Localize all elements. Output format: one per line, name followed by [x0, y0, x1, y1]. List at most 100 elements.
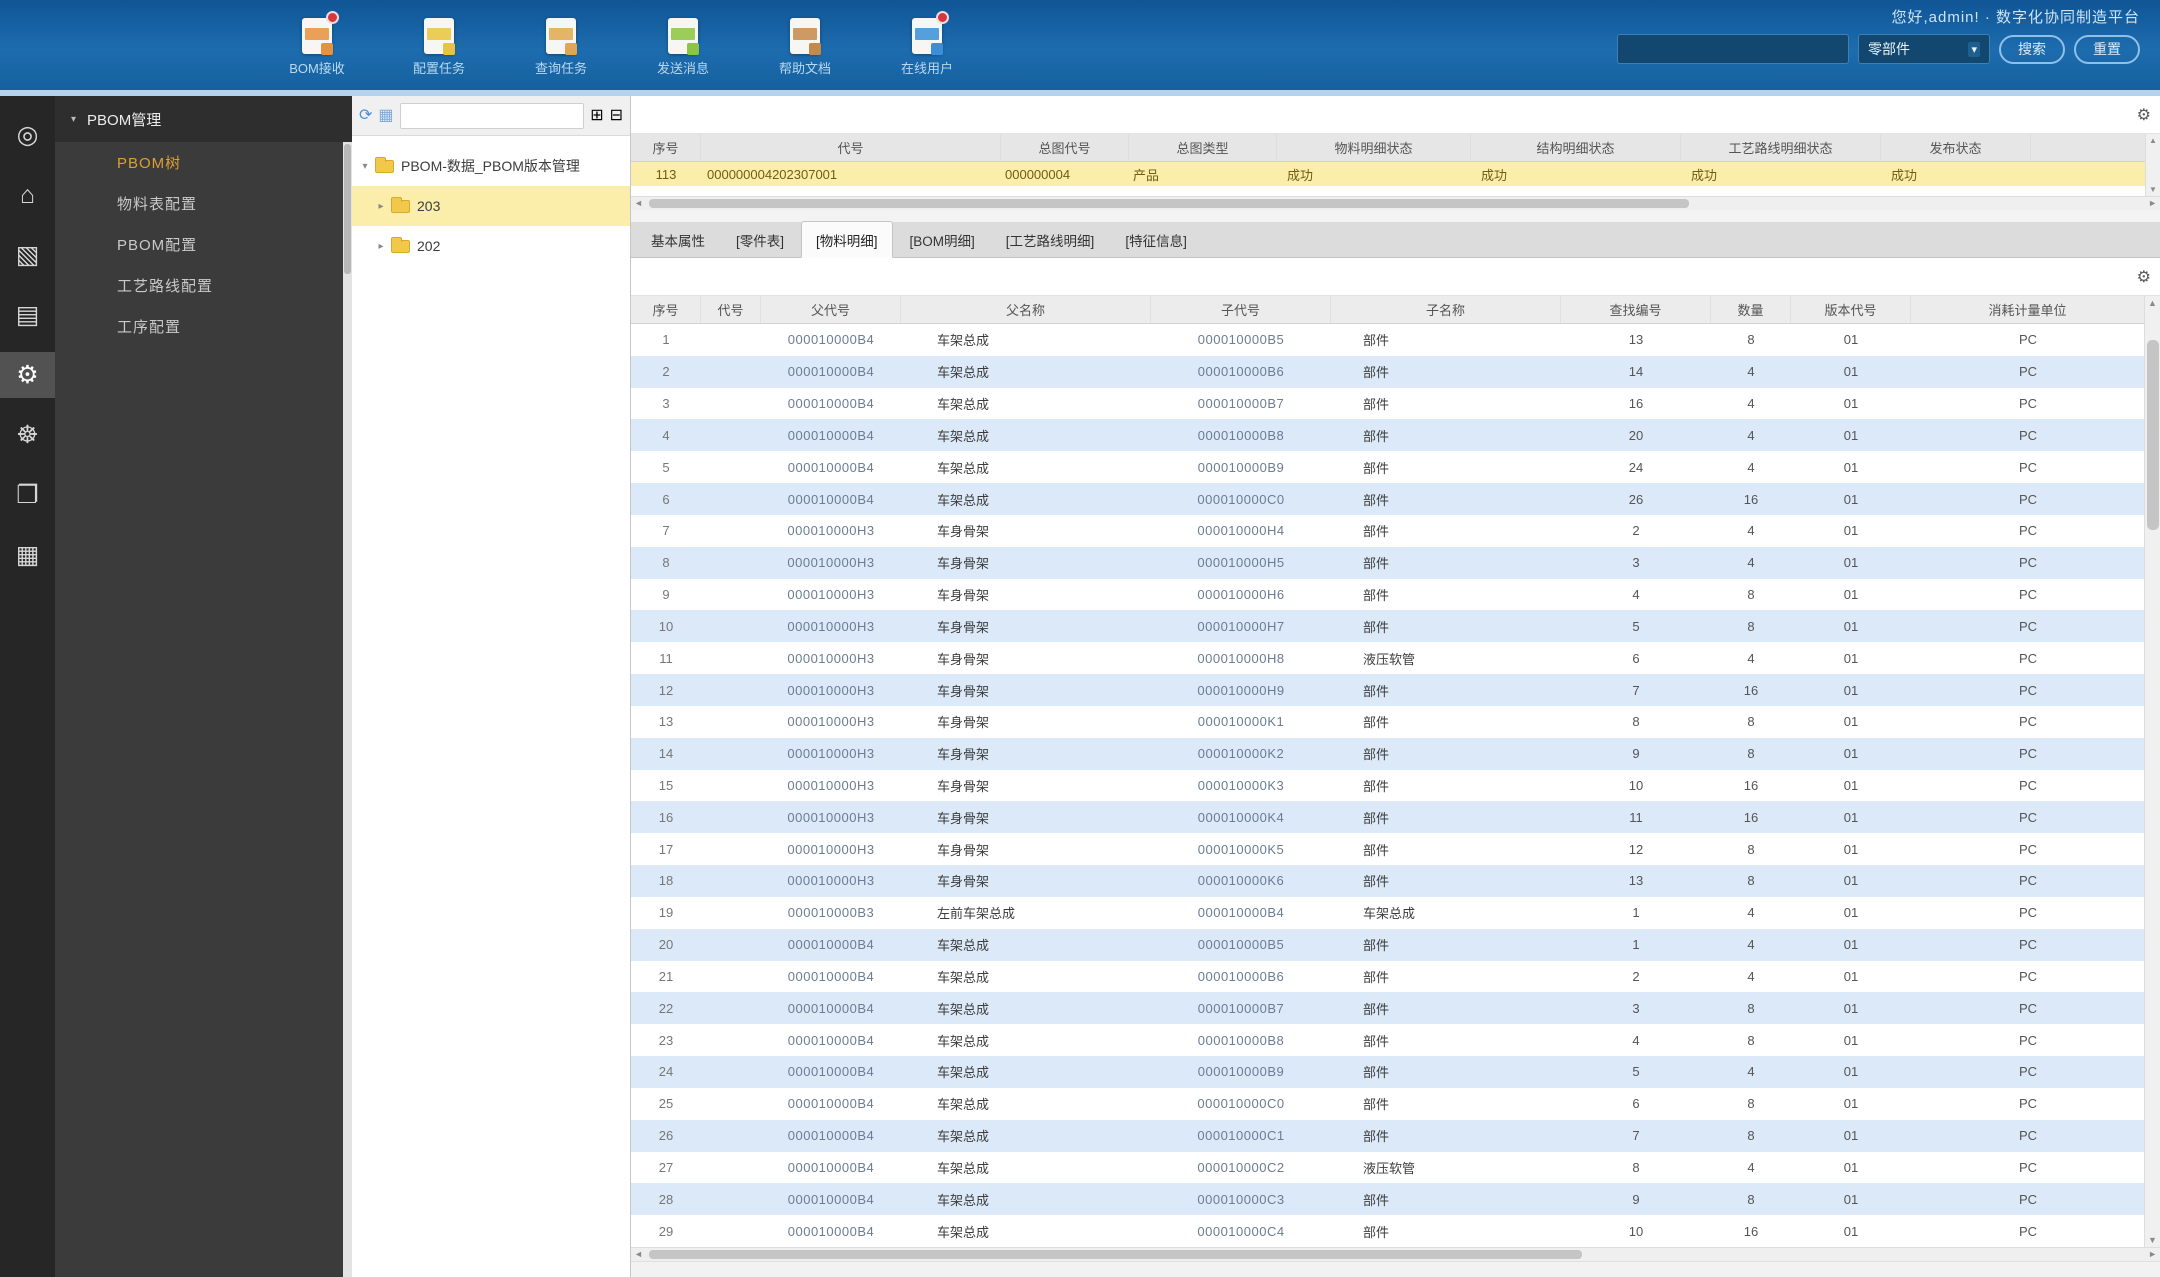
search-scope-dropdown[interactable]: 零部件 ▾ — [1858, 34, 1990, 64]
scroll-right-icon[interactable]: ► — [2148, 1249, 2157, 1259]
search-button[interactable]: 搜索 — [1999, 34, 2065, 64]
master-grid-vscroll[interactable]: ▲ ▼ — [2145, 134, 2160, 196]
table-row[interactable]: 19 000010000B3 左前车架总成 000010000B4 车架总成 1 4 01 PC — [631, 897, 2144, 929]
online-users-button[interactable]: 在线用户 — [888, 11, 966, 77]
detail-col-2[interactable]: 父代号 — [761, 296, 901, 323]
nav-reports[interactable]: ▧ — [0, 232, 55, 278]
sidebar-scroll-thumb[interactable] — [344, 144, 351, 274]
bom-receive-button[interactable]: BOM接收 — [278, 11, 356, 77]
tab-0[interactable]: 基本属性 — [637, 222, 719, 257]
master-filter-strip[interactable]: ⚙ — [631, 96, 2160, 134]
table-row[interactable]: 27 000010000B4 车架总成 000010000C2 液压软管 8 4 01 PC — [631, 1152, 2144, 1184]
scroll-down-icon[interactable]: ▼ — [2145, 1235, 2160, 1245]
nav-home[interactable]: ⌂ — [0, 172, 55, 218]
sidebar-item-2[interactable]: PBOM配置 — [55, 224, 352, 265]
table-row[interactable]: 3 000010000B4 车架总成 000010000B7 部件 16 4 01 PC — [631, 388, 2144, 420]
tab-2[interactable]: [物料明细] — [801, 221, 893, 258]
table-row[interactable]: 29 000010000B4 车架总成 000010000C4 部件 10 16 01 PC — [631, 1215, 2144, 1247]
master-row-selected[interactable]: 113 000000004202307001 000000004 产品 成功 成功 成功 成功 — [631, 162, 2160, 186]
table-row[interactable]: 15 000010000H3 车身骨架 000010000K3 部件 10 16 01 PC — [631, 770, 2144, 802]
table-row[interactable]: 25 000010000B4 车架总成 000010000C0 部件 6 8 01 PC — [631, 1088, 2144, 1120]
query-task-button[interactable]: 查询任务 — [522, 18, 600, 77]
detail-col-8[interactable]: 版本代号 — [1791, 296, 1911, 323]
master-col-0[interactable]: 序号 — [631, 134, 701, 161]
table-row[interactable]: 2 000010000B4 车架总成 000010000B6 部件 14 4 01 PC — [631, 355, 2144, 388]
detail-col-6[interactable]: 查找编号 — [1561, 296, 1711, 323]
sidebar-group-header[interactable]: ▾ PBOM管理 — [55, 96, 352, 142]
table-row[interactable]: 7 000010000H3 车身骨架 000010000H4 部件 2 4 01 PC — [631, 515, 2144, 547]
table-row[interactable]: 16 000010000H3 车身骨架 000010000K4 部件 11 16 01 PC — [631, 801, 2144, 834]
scroll-left-icon[interactable]: ◄ — [634, 1249, 643, 1259]
table-row[interactable]: 17 000010000H3 车身骨架 000010000K5 部件 12 8 01 PC — [631, 833, 2144, 865]
master-hscroll-thumb[interactable] — [649, 199, 1689, 208]
table-row[interactable]: 28 000010000B4 车架总成 000010000C3 部件 9 8 01 PC — [631, 1183, 2144, 1216]
collapse-all-icon[interactable]: ⊟ — [610, 107, 623, 124]
gear-icon[interactable]: ⚙ — [2137, 267, 2151, 287]
master-col-7[interactable]: 发布状态 — [1881, 134, 2031, 161]
master-grid-hscrollbar[interactable]: ◄ ► — [631, 196, 2160, 210]
tab-1[interactable]: [零件表] — [722, 222, 798, 257]
tree-node-203[interactable]: ▸ 203 — [352, 186, 630, 226]
table-row[interactable]: 20 000010000B4 车架总成 000010000B5 部件 1 4 01 PC — [631, 928, 2144, 961]
nav-account[interactable]: ▦ — [0, 532, 55, 578]
detail-vscroll-thumb[interactable] — [2147, 340, 2159, 530]
tree-search-input[interactable] — [399, 102, 585, 129]
config-task-button[interactable]: 配置任务 — [400, 18, 478, 77]
table-row[interactable]: 24 000010000B4 车架总成 000010000B9 部件 5 4 01 PC — [631, 1056, 2144, 1088]
detail-grid-hscrollbar[interactable]: ◄ ► — [631, 1247, 2160, 1261]
tab-4[interactable]: [工艺路线明细] — [992, 222, 1109, 257]
tree-caret-icon[interactable]: ▾ — [358, 161, 372, 172]
master-col-3[interactable]: 总图类型 — [1129, 134, 1277, 161]
sidebar-item-1[interactable]: 物料表配置 — [55, 183, 352, 224]
reset-button[interactable]: 重置 — [2074, 34, 2140, 64]
table-row[interactable]: 9 000010000H3 车身骨架 000010000H6 部件 4 8 01 PC — [631, 579, 2144, 611]
table-row[interactable]: 18 000010000H3 车身骨架 000010000K6 部件 13 8 01 PC — [631, 865, 2144, 897]
tree-caret-icon[interactable]: ▸ — [374, 201, 388, 212]
detail-grid-vscrollbar[interactable]: ▲ ▼ — [2144, 296, 2160, 1247]
table-row[interactable]: 4 000010000B4 车架总成 000010000B8 部件 20 4 01 PC — [631, 419, 2144, 452]
expand-all-icon[interactable]: ⊞ — [590, 107, 603, 124]
detail-col-4[interactable]: 子代号 — [1151, 296, 1331, 323]
tab-3[interactable]: [BOM明细] — [896, 222, 989, 257]
send-message-button[interactable]: 发送消息 — [644, 18, 722, 77]
table-row[interactable]: 8 000010000H3 车身骨架 000010000H5 部件 3 4 01 PC — [631, 546, 2144, 579]
table-row[interactable]: 5 000010000B4 车架总成 000010000B9 部件 24 4 01 PC — [631, 451, 2144, 483]
table-row[interactable]: 12 000010000H3 车身骨架 000010000H9 部件 7 16 01 PC — [631, 674, 2144, 706]
sidebar-item-0[interactable]: PBOM树 — [55, 142, 352, 183]
nav-data[interactable]: ▤ — [0, 292, 55, 338]
detail-col-1[interactable]: 代号 — [701, 296, 761, 323]
nav-process[interactable]: ⚙ — [0, 352, 55, 398]
scroll-right-icon[interactable]: ► — [2148, 198, 2157, 208]
master-col-2[interactable]: 总图代号 — [1001, 134, 1129, 161]
nav-settings[interactable]: ☸ — [0, 412, 55, 458]
scroll-left-icon[interactable]: ◄ — [634, 198, 643, 208]
master-col-5[interactable]: 结构明细状态 — [1471, 134, 1681, 161]
scroll-up-icon[interactable]: ▲ — [2145, 298, 2160, 308]
table-row[interactable]: 13 000010000H3 车身骨架 000010000K1 部件 8 8 01 PC — [631, 706, 2144, 738]
table-row[interactable]: 1 000010000B4 车架总成 000010000B5 部件 13 8 01 PC — [631, 324, 2144, 356]
detail-col-7[interactable]: 数量 — [1711, 296, 1791, 323]
gear-icon[interactable]: ⚙ — [2137, 105, 2151, 125]
table-row[interactable]: 10 000010000H3 车身骨架 000010000H7 部件 5 8 01 PC — [631, 610, 2144, 643]
sidebar-scrollbar[interactable] — [343, 142, 352, 1277]
nav-search-globe[interactable]: ◎ — [0, 112, 55, 158]
table-row[interactable]: 14 000010000H3 车身骨架 000010000K2 部件 9 8 01 PC — [631, 737, 2144, 770]
table-row[interactable]: 11 000010000H3 车身骨架 000010000H8 液压软管 6 4 01 PC — [631, 642, 2144, 674]
detail-col-0[interactable]: 序号 — [631, 296, 701, 323]
detail-col-9[interactable]: 消耗计量单位 — [1911, 296, 2145, 323]
tree-caret-icon[interactable]: ▸ — [374, 241, 388, 252]
table-row[interactable]: 21 000010000B4 车架总成 000010000B6 部件 2 4 01 PC — [631, 961, 2144, 993]
master-col-1[interactable]: 代号 — [701, 134, 1001, 161]
scroll-down-icon[interactable]: ▼ — [2149, 185, 2157, 194]
tree-node-202[interactable]: ▸ 202 — [352, 226, 630, 266]
global-search-input[interactable] — [1617, 34, 1849, 64]
master-col-4[interactable]: 物料明细状态 — [1277, 134, 1471, 161]
master-col-8[interactable] — [2031, 134, 2160, 161]
tree-root-node[interactable]: ▾ PBOM-数据_PBOM版本管理 — [352, 146, 630, 186]
tree-filter-icon[interactable]: ▦ — [378, 107, 393, 124]
master-col-6[interactable]: 工艺路线明细状态 — [1681, 134, 1881, 161]
scroll-up-icon[interactable]: ▲ — [2149, 136, 2157, 145]
sidebar-item-4[interactable]: 工序配置 — [55, 306, 352, 347]
detail-filter-strip[interactable]: ⚙ — [631, 258, 2160, 296]
tree-refresh-icon[interactable]: ⟳ — [359, 107, 372, 124]
